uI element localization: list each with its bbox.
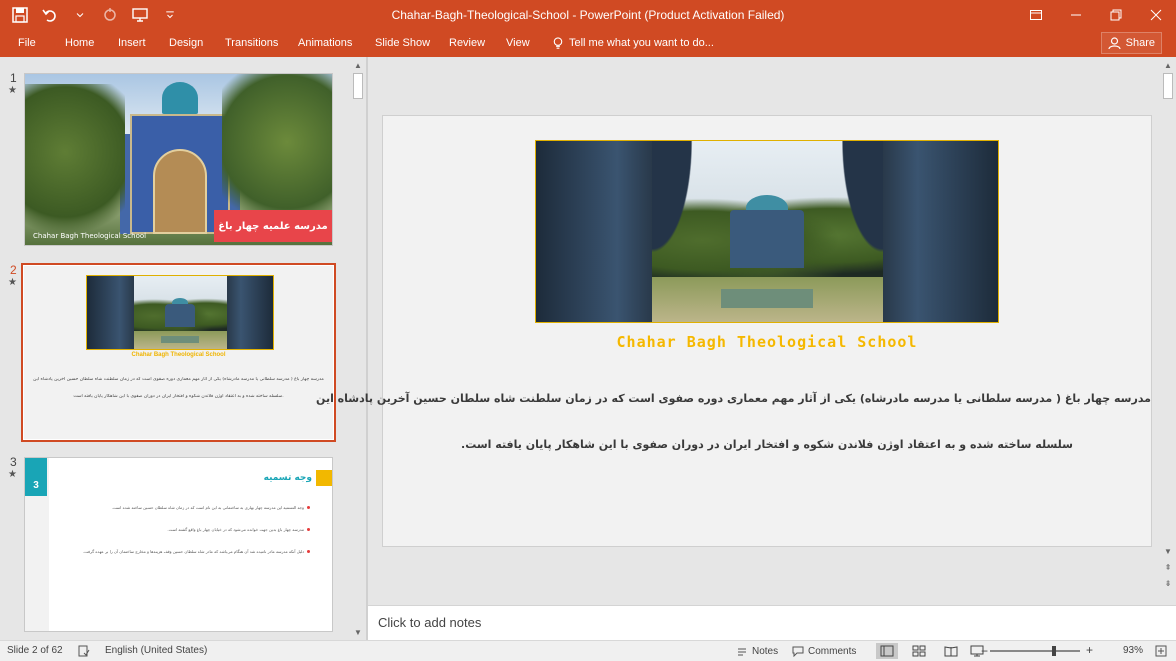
tell-me-text: Tell me what you want to do... — [569, 37, 714, 49]
fit-window-icon — [1155, 645, 1167, 657]
tab-insert[interactable]: Insert — [114, 34, 150, 52]
zoom-slider-knob[interactable] — [1052, 646, 1056, 656]
slide2-thumb-photo — [86, 275, 274, 350]
scroll-thumb[interactable] — [1163, 73, 1173, 99]
slide-counter-text: Slide 2 of 62 — [7, 645, 63, 656]
scroll-down-arrow-icon[interactable]: ▼ — [1160, 543, 1176, 559]
bullet-icon — [307, 528, 310, 531]
animation-star-icon: ★ — [8, 85, 17, 96]
minimize-button[interactable] — [1056, 0, 1096, 30]
scroll-up-arrow-icon[interactable]: ▲ — [350, 57, 366, 73]
reading-view-button[interactable] — [940, 643, 962, 659]
scroll-up-arrow-icon[interactable]: ▲ — [1160, 57, 1176, 73]
slide-sorter-icon — [912, 645, 926, 657]
bullet-icon — [307, 506, 310, 509]
notes-icon — [738, 648, 746, 656]
comments-toggle-button[interactable]: Comments — [792, 645, 856, 657]
tab-home[interactable]: Home — [61, 34, 98, 52]
notes-placeholder[interactable]: Click to add notes — [378, 615, 481, 630]
slide-number-1: 1 — [10, 71, 17, 85]
share-label: Share — [1125, 37, 1155, 49]
scroll-down-arrow-icon[interactable]: ▼ — [350, 624, 366, 640]
slide3-bullet-1: وجه التسمیه این مدرسه چهار بهاری به ساخت… — [111, 505, 304, 510]
slide-scrollbar[interactable]: ▲ ▼ ⇞ ⇟ — [1160, 57, 1176, 605]
share-button[interactable]: Share — [1100, 32, 1162, 54]
animation-star-icon: ★ — [8, 277, 17, 288]
slide-sorter-view-button[interactable] — [908, 643, 930, 659]
slide-photo[interactable] — [535, 140, 999, 323]
zoom-in-button[interactable]: + — [1086, 643, 1093, 657]
ribbon-options-icon — [1030, 10, 1042, 20]
reading-view-icon — [944, 646, 958, 657]
slide2-thumb-title: Chahar Bagh Theological School — [131, 352, 226, 358]
slide-thumbnail-1[interactable]: مدرسه علمیه چهار باغ Chahar Bagh Theolog… — [24, 73, 333, 246]
tab-slide-show[interactable]: Slide Show — [371, 34, 434, 52]
close-icon — [1150, 9, 1162, 21]
zoom-level[interactable]: 93% — [1123, 645, 1143, 656]
slide-number-2: 2 — [10, 263, 17, 277]
normal-view-icon — [880, 645, 894, 657]
scroll-thumb[interactable] — [353, 73, 363, 99]
slide1-title-box: مدرسه علمیه چهار باغ — [214, 210, 332, 242]
slide3-badge: 3 — [33, 480, 39, 491]
title-bar: Chahar-Bagh-Theological-School - PowerPo… — [0, 0, 1176, 30]
next-slide-icon[interactable]: ⇟ — [1160, 575, 1176, 591]
animation-star-icon: ★ — [8, 469, 17, 480]
ribbon-display-options-button[interactable] — [1016, 0, 1056, 30]
restore-icon — [1110, 9, 1122, 21]
zoom-slider[interactable] — [990, 650, 1080, 652]
tell-me-search[interactable]: Tell me what you want to do... — [552, 34, 714, 52]
spell-check-icon — [78, 645, 90, 657]
close-button[interactable] — [1136, 0, 1176, 30]
lightbulb-icon — [553, 36, 563, 49]
notes-toggle-label: Notes — [752, 645, 779, 657]
spell-check-button[interactable] — [78, 645, 90, 657]
slide-thumbnail-pane: 1 ★ مدرسه علمیه چهار باغ Chahar Bagh The… — [0, 57, 366, 640]
comment-icon — [792, 646, 804, 657]
current-slide[interactable]: Chahar Bagh Theological School مدرسه چها… — [316, 115, 1152, 547]
slide-thumbnail-3[interactable]: 3 وجه تسمیه وجه التسمیه این مدرسه چهار ب… — [24, 457, 333, 632]
notes-toggle-button[interactable]: Notes — [736, 645, 778, 657]
slide3-heading: وجه تسمیه — [263, 473, 312, 483]
zoom-level-text: 93% — [1123, 645, 1144, 656]
slide-body-line2[interactable]: سلسله ساخته شده و به اعتقاد اوژن فلاندن … — [383, 438, 1151, 451]
slide-thumbnail-2[interactable]: Chahar Bagh Theological School مدرسه چها… — [21, 263, 336, 442]
zoom-out-button[interactable]: − — [981, 644, 988, 658]
slide-counter[interactable]: Slide 2 of 62 — [7, 645, 63, 656]
slide-number-3: 3 — [10, 455, 17, 469]
tab-transitions[interactable]: Transitions — [221, 34, 282, 52]
tab-animations[interactable]: Animations — [294, 34, 356, 52]
slide2-thumb-line1: مدرسه چهار باغ ( مدرسه سلطانی یا مدرسه م… — [33, 377, 324, 382]
minimize-icon — [1071, 14, 1081, 16]
slide2-thumb-line2: سلسله ساخته شده و به اعتقاد اوژن فلاندن … — [73, 394, 284, 399]
slide-body-line1[interactable]: مدرسه چهار باغ ( مدرسه سلطانی یا مدرسه م… — [316, 392, 1151, 405]
thumbnail-scrollbar[interactable]: ▲ ▼ — [350, 57, 366, 640]
comments-toggle-label: Comments — [808, 645, 857, 657]
slide3-bullet-2: مدرسه چهار باغ بدین جهت خوانده می‌شود که… — [167, 527, 304, 532]
ribbon-tabs: File Home Insert Design Transitions Anim… — [0, 30, 1176, 57]
status-bar: Slide 2 of 62 English (United States) No… — [0, 640, 1176, 661]
window-controls — [1016, 0, 1176, 30]
tab-view[interactable]: View — [502, 34, 534, 52]
tab-design[interactable]: Design — [165, 34, 207, 52]
language-indicator[interactable]: English (United States) — [105, 645, 207, 656]
person-icon — [1108, 36, 1121, 49]
language-text: English (United States) — [105, 645, 208, 656]
slide-editing-area: Chahar Bagh Theological School مدرسه چها… — [316, 57, 1160, 605]
tab-file[interactable]: File — [14, 34, 40, 52]
restore-button[interactable] — [1096, 0, 1136, 30]
bullet-icon — [307, 550, 310, 553]
notes-pane[interactable]: Click to add notes — [368, 605, 1176, 640]
slide-title[interactable]: Chahar Bagh Theological School — [383, 333, 1151, 351]
slide3-bullet-3: دلیل آنکه مدرسه مادر نامیده شد آن هنگام … — [82, 549, 304, 554]
previous-slide-icon[interactable]: ⇞ — [1160, 559, 1176, 575]
window-title: Chahar-Bagh-Theological-School - PowerPo… — [391, 8, 785, 22]
normal-view-button[interactable] — [876, 643, 898, 659]
slide1-caption: Chahar Bagh Theological School — [33, 232, 147, 240]
fit-to-window-button[interactable] — [1155, 645, 1167, 657]
tab-review[interactable]: Review — [445, 34, 489, 52]
